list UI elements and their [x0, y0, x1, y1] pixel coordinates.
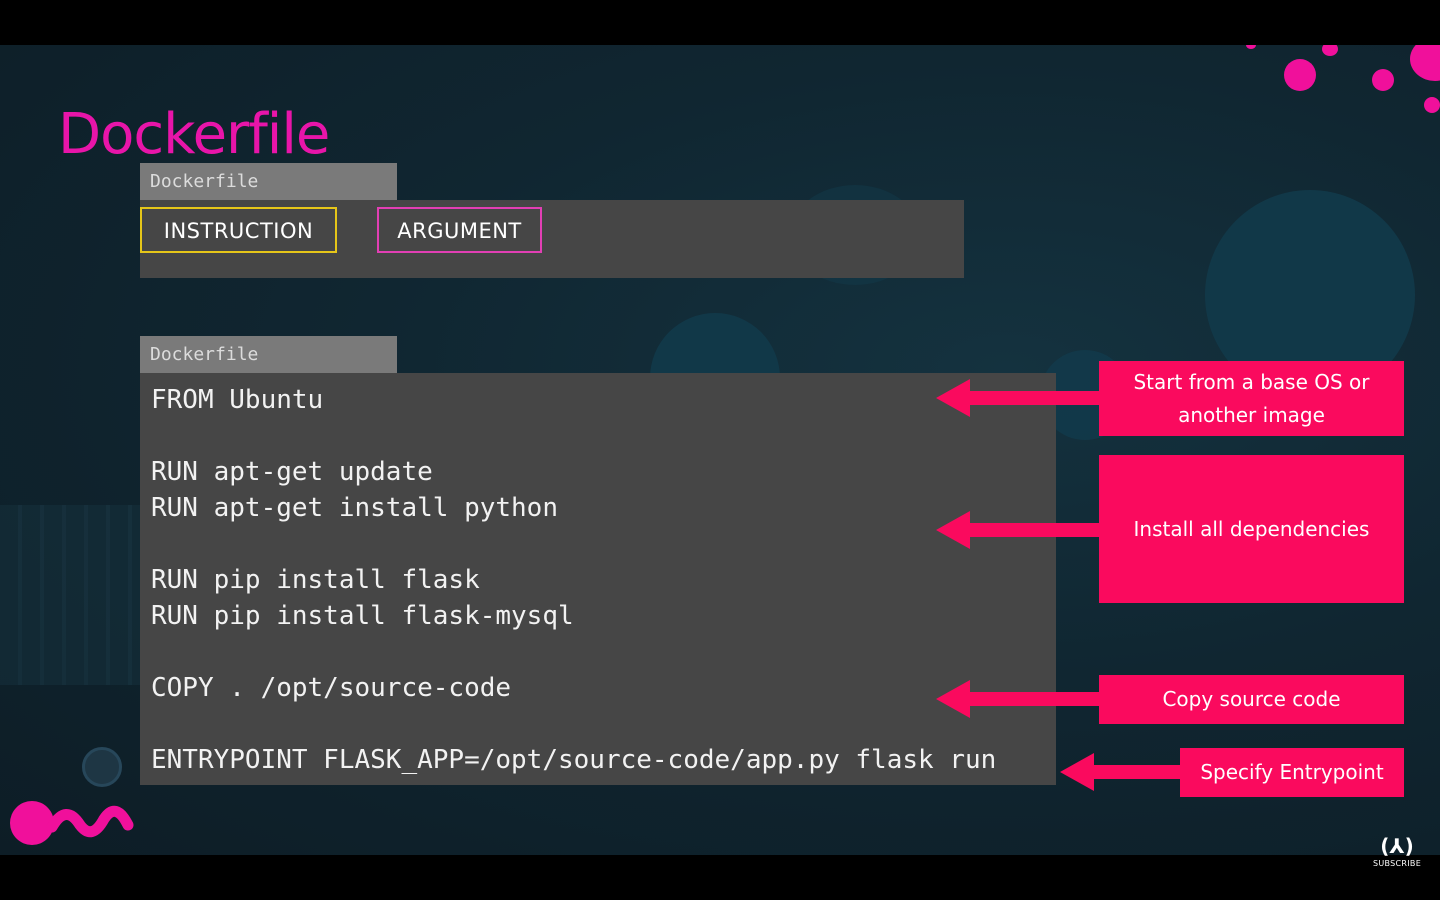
subscribe-label: SUBSCRIBE [1372, 859, 1422, 868]
code-file-tab: Dockerfile [140, 336, 397, 373]
slide-title: Dockerfile [58, 102, 330, 167]
decorative-dot [1284, 59, 1316, 91]
instruction-label: INSTRUCTION [140, 207, 337, 253]
code-line-copy: COPY . /opt/source-code [151, 673, 512, 703]
callout-base-image: Start from a base OS or another image [1099, 361, 1404, 436]
callout-copy-source: Copy source code [1099, 675, 1404, 724]
syntax-file-tab: Dockerfile [140, 163, 397, 200]
slide: Dockerfile Dockerfile INSTRUCTION ARGUME… [0, 45, 1440, 855]
arrow-left-icon [936, 511, 1100, 549]
decorative-dot [1424, 97, 1440, 113]
background-bookshelf [0, 505, 150, 685]
arrow-left-icon [936, 680, 1100, 718]
logo-mark: (⅄) [1380, 834, 1414, 858]
freecodecamp-logo-icon[interactable]: (⅄) SUBSCRIBE [1368, 833, 1426, 877]
decorative-dot [1410, 45, 1440, 81]
arrow-left-icon [1060, 753, 1182, 791]
letterbox-top [0, 0, 1440, 45]
code-line-run-update: RUN apt-get update [151, 457, 433, 487]
decorative-circle [82, 747, 122, 787]
code-line-entrypoint: ENTRYPOINT FLASK_APP=/opt/source-code/ap… [151, 745, 997, 775]
decorative-dot [1372, 69, 1394, 91]
letterbox-bottom [0, 855, 1440, 900]
code-line-from: FROM Ubuntu [151, 385, 324, 415]
code-line-pip-flask-mysql: RUN pip install flask-mysql [151, 601, 574, 631]
callout-entrypoint: Specify Entrypoint [1180, 748, 1404, 797]
decorative-dot [1322, 45, 1338, 56]
argument-label: ARGUMENT [377, 207, 542, 253]
code-line-pip-flask: RUN pip install flask [151, 565, 480, 595]
wave-logo-decoration [10, 801, 134, 845]
decorative-dot [1246, 45, 1256, 49]
code-line-run-install-python: RUN apt-get install python [151, 493, 558, 523]
callout-install-dependencies: Install all dependencies [1099, 455, 1404, 603]
arrow-left-icon [936, 379, 1100, 417]
